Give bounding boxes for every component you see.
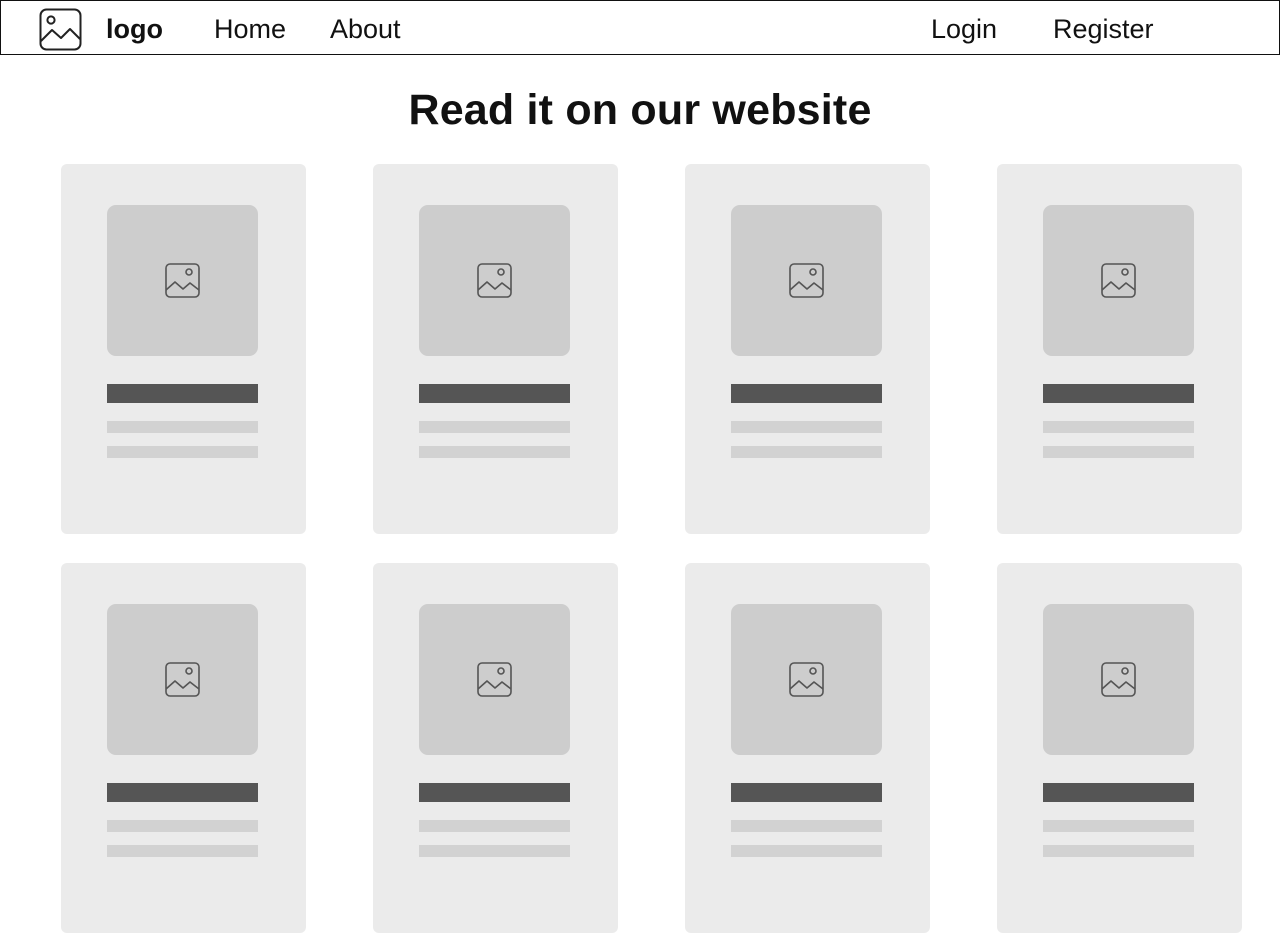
- card-thumbnail: [107, 205, 258, 356]
- article-card[interactable]: [685, 563, 930, 933]
- card-title-placeholder: [419, 783, 570, 802]
- image-placeholder-icon: [1101, 263, 1136, 298]
- article-card[interactable]: [373, 563, 618, 933]
- card-text-line-placeholder: [1043, 820, 1194, 832]
- card-text-line-placeholder: [107, 446, 258, 458]
- article-card[interactable]: [997, 164, 1242, 534]
- article-card[interactable]: [997, 563, 1242, 933]
- card-thumbnail: [731, 604, 882, 755]
- card-text-line-placeholder: [731, 446, 882, 458]
- card-text-line-placeholder: [419, 845, 570, 857]
- card-text-line-placeholder: [107, 820, 258, 832]
- card-text-line-placeholder: [731, 820, 882, 832]
- image-placeholder-icon: [789, 263, 824, 298]
- card-text-line-placeholder: [731, 421, 882, 433]
- card-title-placeholder: [1043, 384, 1194, 403]
- card-title-placeholder: [731, 783, 882, 802]
- image-placeholder-icon: [789, 662, 824, 697]
- article-card[interactable]: [61, 563, 306, 933]
- card-text-line-placeholder: [419, 421, 570, 433]
- card-text-line-placeholder: [1043, 446, 1194, 458]
- card-thumbnail: [419, 205, 570, 356]
- card-title-placeholder: [731, 384, 882, 403]
- card-title-placeholder: [107, 384, 258, 403]
- article-card[interactable]: [373, 164, 618, 534]
- article-card[interactable]: [61, 164, 306, 534]
- image-placeholder-icon: [477, 263, 512, 298]
- card-title-placeholder: [1043, 783, 1194, 802]
- card-thumbnail: [107, 604, 258, 755]
- card-thumbnail: [1043, 604, 1194, 755]
- card-text-line-placeholder: [107, 845, 258, 857]
- card-thumbnail: [731, 205, 882, 356]
- card-text-line-placeholder: [1043, 421, 1194, 433]
- card-text-line-placeholder: [419, 820, 570, 832]
- card-title-placeholder: [107, 783, 258, 802]
- image-placeholder-icon: [477, 662, 512, 697]
- card-thumbnail: [1043, 205, 1194, 356]
- image-placeholder-icon: [165, 662, 200, 697]
- card-text-line-placeholder: [1043, 845, 1194, 857]
- card-thumbnail: [419, 604, 570, 755]
- card-title-placeholder: [419, 384, 570, 403]
- card-text-line-placeholder: [731, 845, 882, 857]
- card-text-line-placeholder: [419, 446, 570, 458]
- card-grid: [0, 0, 1280, 933]
- article-card[interactable]: [685, 164, 930, 534]
- card-text-line-placeholder: [107, 421, 258, 433]
- image-placeholder-icon: [1101, 662, 1136, 697]
- image-placeholder-icon: [165, 263, 200, 298]
